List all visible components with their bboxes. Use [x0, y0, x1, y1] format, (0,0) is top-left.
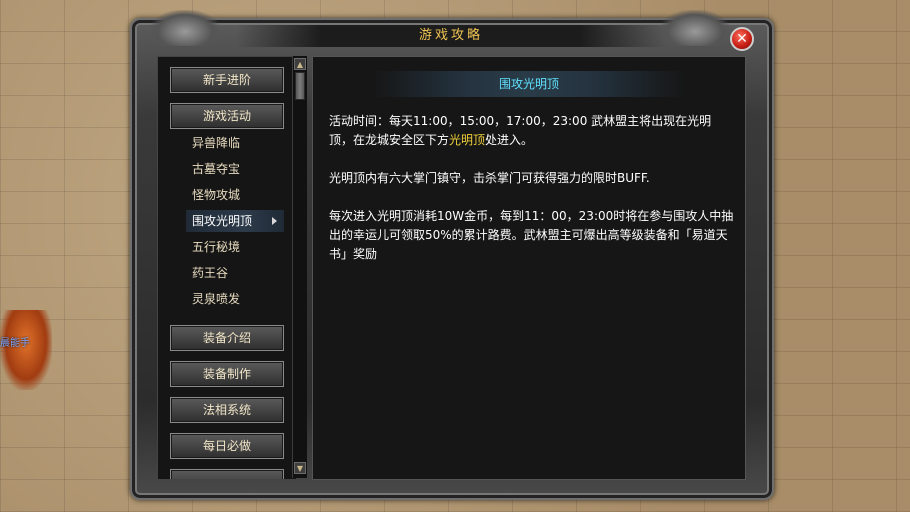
- scroll-up-icon[interactable]: ▲: [294, 58, 306, 70]
- category-button-avatar-system[interactable]: 法相系统: [170, 397, 284, 423]
- scroll-down-icon[interactable]: ▼: [294, 462, 306, 474]
- content-paragraph-time: 活动时间：每天11:00，15:00，17:00，23:00 武林盟主将出现在光…: [329, 112, 734, 150]
- location-highlight: 光明顶: [449, 133, 486, 147]
- guide-sidebar: 新手进阶 游戏活动 异兽降临 古墓夺宝 怪物攻城 围攻光明顶 五行秘境 药王谷 …: [157, 56, 297, 480]
- paragraph-text: 处进入。: [485, 133, 534, 147]
- category-button-activities[interactable]: 游戏活动: [170, 103, 284, 129]
- window-title: 游戏攻略: [418, 28, 483, 43]
- sub-item-active[interactable]: 围攻光明顶: [192, 211, 284, 231]
- sub-item[interactable]: 异兽降临: [192, 133, 284, 153]
- dragon-ornament-icon: [150, 10, 220, 46]
- close-button[interactable]: ✕: [730, 27, 754, 51]
- sub-item[interactable]: 灵泉喷发: [192, 289, 284, 309]
- sub-item[interactable]: 古墓夺宝: [192, 159, 284, 179]
- category-button-crafting[interactable]: 装备制作: [170, 361, 284, 387]
- content-header: 围攻光明顶: [373, 71, 685, 97]
- content-paragraph-bosses: 光明顶内有六大掌门镇守，击杀掌门可获得强力的限时BUFF.: [329, 171, 650, 185]
- category-button-partial[interactable]: [170, 469, 284, 479]
- dragon-ornament-icon: [660, 10, 730, 46]
- sub-item[interactable]: 药王谷: [192, 263, 284, 283]
- content-paragraph-rewards: 每次进入光明顶消耗10W金币，每到11：00，23:00时将在参与围攻人中抽出的…: [329, 209, 734, 261]
- arrow-right-icon: [272, 217, 277, 225]
- content-title: 围攻光明顶: [498, 77, 559, 91]
- scroll-thumb[interactable]: [295, 72, 305, 100]
- guide-content-panel: 围攻光明顶 活动时间：每天11:00，15:00，17:00，23:00 武林盟…: [312, 56, 746, 480]
- category-button-beginner[interactable]: 新手进阶: [170, 67, 284, 93]
- sub-item[interactable]: 五行秘境: [192, 237, 284, 257]
- npc-name-label: 晨能手: [0, 338, 30, 349]
- npc-sprite[interactable]: [0, 310, 52, 390]
- sub-item[interactable]: 怪物攻城: [192, 185, 284, 205]
- sidebar-scrollbar[interactable]: ▲ ▼: [292, 56, 307, 478]
- category-button-equipment[interactable]: 装备介绍: [170, 325, 284, 351]
- category-button-daily[interactable]: 每日必做: [170, 433, 284, 459]
- window-titlebar: 游戏攻略: [236, 25, 666, 47]
